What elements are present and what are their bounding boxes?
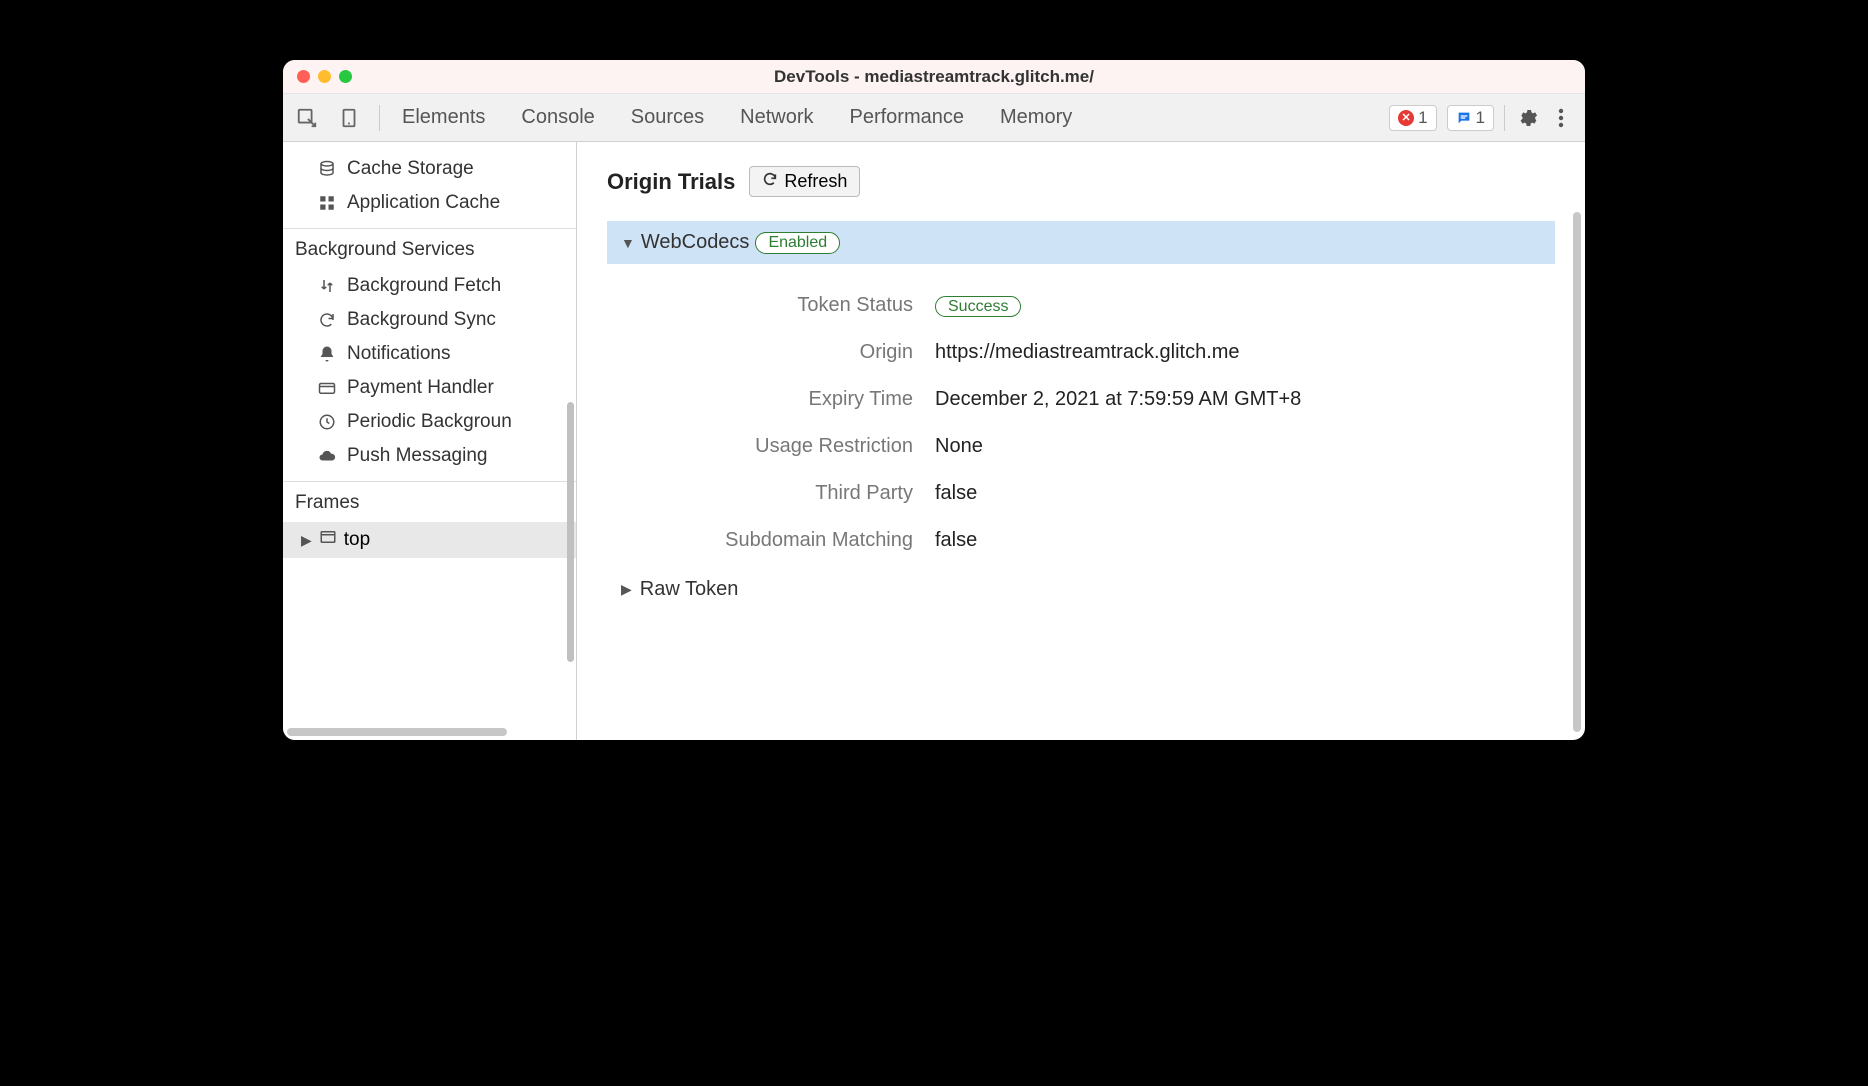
sidebar-h-scrollbar[interactable] [287, 728, 507, 736]
transfer-icon [317, 276, 337, 296]
error-icon: ✕ [1398, 110, 1414, 126]
trial-name: WebCodecs [641, 231, 750, 254]
content-header: Origin Trials Refresh [607, 166, 1555, 197]
tab-network[interactable]: Network [740, 106, 813, 129]
tab-elements[interactable]: Elements [402, 106, 485, 129]
enabled-pill: Enabled [755, 232, 840, 254]
detail-row-subdomain: Subdomain Matching false [625, 517, 1555, 564]
sync-icon [317, 310, 337, 330]
sidebar-item-background-sync[interactable]: Background Sync [283, 303, 576, 337]
detail-label: Third Party [625, 482, 935, 505]
error-badge[interactable]: ✕ 1 [1389, 105, 1436, 131]
sidebar-item-push-messaging[interactable]: Push Messaging [283, 439, 576, 473]
divider [379, 105, 380, 131]
content-panel: Origin Trials Refresh ▼ WebCodecs Enable… [577, 142, 1585, 740]
success-pill: Success [935, 296, 1021, 317]
detail-label: Subdomain Matching [625, 529, 935, 552]
detail-label: Expiry Time [625, 388, 935, 411]
sidebar-item-label: Notifications [347, 343, 451, 365]
message-count: 1 [1476, 108, 1485, 128]
sidebar-item-label: Payment Handler [347, 377, 494, 399]
tab-performance[interactable]: Performance [850, 106, 965, 129]
raw-token-row[interactable]: ▶ Raw Token [621, 578, 1555, 601]
detail-value: None [935, 435, 983, 458]
sidebar-item-periodic-background[interactable]: Periodic Backgroun [283, 405, 576, 439]
body: Cache Storage Application Cache Backgrou… [283, 142, 1585, 740]
divider [1504, 105, 1505, 131]
message-badge[interactable]: 1 [1447, 105, 1494, 131]
inspect-icon[interactable] [295, 106, 319, 130]
titlebar: DevTools - mediastreamtrack.glitch.me/ [283, 60, 1585, 94]
detail-value: https://mediastreamtrack.glitch.me [935, 341, 1240, 364]
sidebar-section-frames: Frames [283, 481, 576, 522]
sidebar-item-label: Periodic Backgroun [347, 411, 512, 433]
sidebar-item-application-cache[interactable]: Application Cache [283, 186, 576, 220]
detail-label: Origin [625, 341, 935, 364]
trial-row-webcodecs[interactable]: ▼ WebCodecs Enabled [607, 221, 1555, 264]
toolbar-right: ✕ 1 1 [1389, 105, 1573, 131]
collapse-icon: ▼ [621, 235, 635, 251]
content-scrollbar[interactable] [1573, 212, 1581, 732]
sidebar-item-label: Cache Storage [347, 158, 474, 180]
database-icon [317, 159, 337, 179]
detail-row-expiry: Expiry Time December 2, 2021 at 7:59:59 … [625, 376, 1555, 423]
refresh-icon [762, 171, 778, 192]
detail-value: Success [935, 294, 1021, 317]
detail-row-third-party: Third Party false [625, 470, 1555, 517]
sidebar: Cache Storage Application Cache Backgrou… [283, 142, 577, 740]
detail-label: Token Status [625, 294, 935, 317]
tab-console[interactable]: Console [521, 106, 594, 129]
error-count: 1 [1418, 108, 1427, 128]
maximize-button[interactable] [339, 70, 352, 83]
raw-token-label: Raw Token [640, 578, 739, 601]
more-icon[interactable] [1549, 106, 1573, 130]
message-icon [1456, 110, 1472, 126]
sidebar-scrollbar[interactable] [567, 402, 574, 662]
toolbar: Elements Console Sources Network Perform… [283, 94, 1585, 142]
window-title: DevTools - mediastreamtrack.glitch.me/ [283, 67, 1585, 87]
expand-icon: ▶ [301, 532, 312, 549]
sidebar-item-payment-handler[interactable]: Payment Handler [283, 371, 576, 405]
frame-label: top [344, 529, 370, 551]
trial-details: Token Status Success Origin https://medi… [625, 282, 1555, 564]
grid-icon [317, 193, 337, 213]
detail-row-usage: Usage Restriction None [625, 423, 1555, 470]
detail-value: false [935, 482, 977, 505]
detail-label: Usage Restriction [625, 435, 935, 458]
refresh-label: Refresh [784, 171, 847, 192]
refresh-button[interactable]: Refresh [749, 166, 860, 197]
tab-memory[interactable]: Memory [1000, 106, 1072, 129]
sidebar-item-frame-top[interactable]: ▶ top [283, 522, 576, 558]
sidebar-item-cache-storage[interactable]: Cache Storage [283, 152, 576, 186]
sidebar-item-label: Background Fetch [347, 275, 501, 297]
traffic-lights [297, 70, 352, 83]
detail-value: December 2, 2021 at 7:59:59 AM GMT+8 [935, 388, 1301, 411]
bell-icon [317, 344, 337, 364]
toolbar-left [295, 105, 380, 131]
frame-icon [319, 528, 337, 552]
sidebar-section-background-services: Background Services [283, 228, 576, 269]
content-title: Origin Trials [607, 169, 735, 195]
sidebar-item-label: Background Sync [347, 309, 496, 331]
sidebar-item-background-fetch[interactable]: Background Fetch [283, 269, 576, 303]
detail-value: false [935, 529, 977, 552]
clock-icon [317, 412, 337, 432]
minimize-button[interactable] [318, 70, 331, 83]
sidebar-item-notifications[interactable]: Notifications [283, 337, 576, 371]
sidebar-item-label: Push Messaging [347, 445, 487, 467]
devtools-tabs: Elements Console Sources Network Perform… [402, 106, 1072, 129]
credit-card-icon [317, 378, 337, 398]
tab-sources[interactable]: Sources [631, 106, 704, 129]
detail-row-token-status: Token Status Success [625, 282, 1555, 329]
close-button[interactable] [297, 70, 310, 83]
settings-icon[interactable] [1515, 106, 1539, 130]
devtools-window: DevTools - mediastreamtrack.glitch.me/ E… [283, 60, 1585, 740]
expand-icon: ▶ [621, 581, 632, 598]
device-toggle-icon[interactable] [337, 106, 361, 130]
detail-row-origin: Origin https://mediastreamtrack.glitch.m… [625, 329, 1555, 376]
sidebar-item-label: Application Cache [347, 192, 500, 214]
cloud-icon [317, 446, 337, 466]
